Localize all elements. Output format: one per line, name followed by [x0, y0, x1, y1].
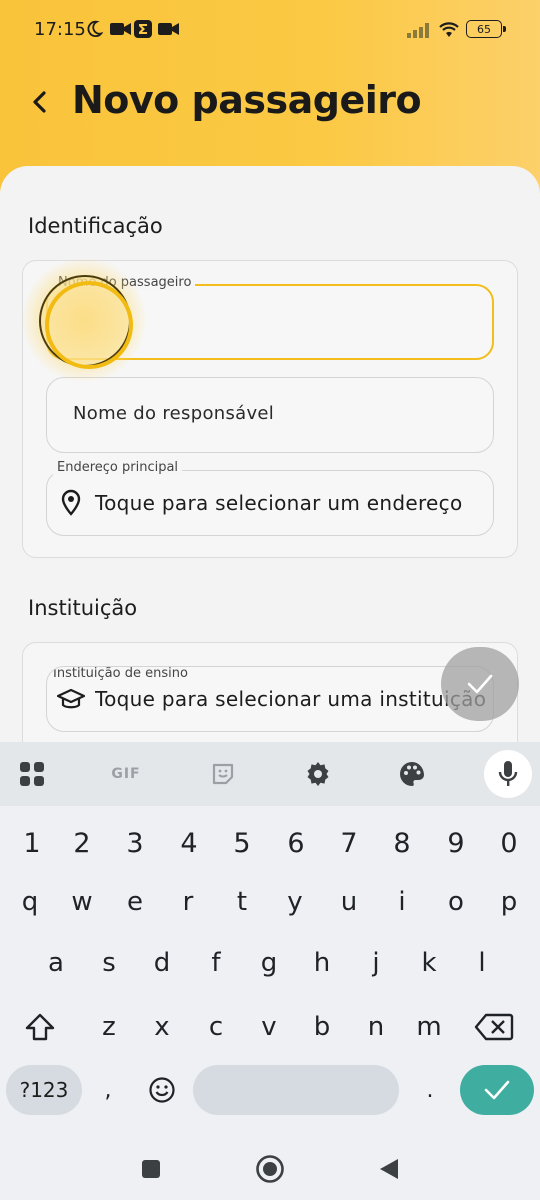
microphone-icon	[498, 761, 518, 786]
backspace-icon	[474, 1013, 514, 1041]
check-icon	[467, 674, 493, 694]
address-label: Endereço principal	[53, 460, 183, 475]
key-2[interactable]: 2	[62, 818, 102, 868]
moon-icon	[85, 19, 103, 39]
key-t[interactable]: t	[222, 877, 262, 927]
settings-gear-icon[interactable]	[298, 754, 338, 794]
key-b[interactable]: b	[302, 1002, 342, 1052]
battery-icon: 65	[466, 20, 506, 38]
key-n[interactable]: n	[356, 1002, 396, 1052]
page-title: Novo passageiro	[72, 78, 422, 122]
signal-icon	[407, 19, 433, 39]
key-7[interactable]: 7	[329, 818, 369, 868]
location-pin-icon	[57, 487, 85, 519]
key-f[interactable]: f	[196, 938, 236, 988]
emoji-key[interactable]	[140, 1065, 184, 1115]
period-key[interactable]: .	[410, 1065, 450, 1115]
guardian-name-placeholder: Nome do responsável	[73, 403, 275, 424]
graduation-cap-icon	[57, 683, 85, 715]
key-s[interactable]: s	[89, 938, 129, 988]
key-i[interactable]: i	[382, 877, 422, 927]
section-title-identificacao: Identificação	[28, 214, 163, 238]
key-c[interactable]: c	[196, 1002, 236, 1052]
school-label: Instituição de ensino	[53, 666, 188, 681]
key-g[interactable]: g	[249, 938, 289, 988]
key-h[interactable]: h	[302, 938, 342, 988]
key-v[interactable]: v	[249, 1002, 289, 1052]
keyboard-toolbar: GIF	[0, 742, 540, 806]
address-field[interactable]: Endereço principal Toque para selecionar…	[46, 460, 494, 536]
save-fab[interactable]	[441, 647, 519, 721]
enter-key[interactable]	[460, 1065, 534, 1115]
symbols-key[interactable]: ?123	[6, 1065, 82, 1115]
key-r[interactable]: r	[168, 877, 208, 927]
key-e[interactable]: e	[115, 877, 155, 927]
key-u[interactable]: u	[329, 877, 369, 927]
space-key[interactable]	[193, 1065, 399, 1115]
address-value: Toque para selecionar um endereço	[95, 491, 463, 515]
key-p[interactable]: p	[489, 877, 529, 927]
guardian-name-field[interactable]: Nome do responsável	[46, 377, 494, 453]
symbols-key-label: ?123	[19, 1078, 69, 1102]
chevron-left-icon	[33, 91, 46, 113]
gif-icon[interactable]: GIF	[106, 754, 146, 794]
section-title-instituicao: Instituição	[28, 596, 138, 620]
key-j[interactable]: j	[356, 938, 396, 988]
key-w[interactable]: w	[62, 877, 102, 927]
shift-icon	[25, 1013, 55, 1041]
gif-label: GIF	[111, 766, 141, 782]
apps-grid-icon[interactable]	[12, 754, 52, 794]
key-m[interactable]: m	[409, 1002, 449, 1052]
school-field[interactable]: Instituição de ensino Toque para selecio…	[46, 666, 494, 732]
key-1[interactable]: 1	[12, 818, 52, 868]
shift-key[interactable]	[20, 1002, 60, 1052]
soft-keyboard: GIF 1 2 3 4 5 6 7 8 9 0 q w e r t y u i …	[0, 742, 540, 1138]
key-6[interactable]: 6	[276, 818, 316, 868]
system-nav-bar	[0, 1138, 540, 1200]
key-o[interactable]: o	[436, 877, 476, 927]
back-button[interactable]	[24, 84, 56, 120]
circle-home-icon[interactable]	[253, 1152, 287, 1186]
status-bar: 17:15 65	[0, 0, 540, 58]
palette-icon[interactable]	[392, 754, 432, 794]
key-y[interactable]: y	[275, 877, 315, 927]
check-icon	[484, 1080, 510, 1100]
key-d[interactable]: d	[142, 938, 182, 988]
key-l[interactable]: l	[462, 938, 502, 988]
status-time: 17:15	[34, 19, 86, 40]
video-camera-icon	[110, 19, 132, 39]
square-recents-icon[interactable]	[134, 1152, 168, 1186]
backspace-key[interactable]	[474, 1002, 514, 1052]
emoji-icon	[149, 1077, 175, 1103]
key-9[interactable]: 9	[436, 818, 476, 868]
key-8[interactable]: 8	[382, 818, 422, 868]
key-3[interactable]: 3	[115, 818, 155, 868]
key-q[interactable]: q	[10, 877, 50, 927]
key-0[interactable]: 0	[489, 818, 529, 868]
comma-key[interactable]: ,	[88, 1065, 128, 1115]
triangle-back-icon[interactable]	[372, 1152, 406, 1186]
key-5[interactable]: 5	[222, 818, 262, 868]
video-camera-icon	[158, 19, 180, 39]
microphone-button[interactable]	[484, 750, 532, 798]
sigma-app-icon	[134, 19, 152, 39]
touch-indicator	[39, 275, 133, 369]
key-4[interactable]: 4	[169, 818, 209, 868]
key-a[interactable]: a	[36, 938, 76, 988]
key-z[interactable]: z	[89, 1002, 129, 1052]
wifi-icon	[437, 19, 461, 39]
school-value: Toque para selecionar uma instituição	[95, 687, 487, 711]
sticker-icon[interactable]	[203, 754, 243, 794]
key-x[interactable]: x	[142, 1002, 182, 1052]
key-k[interactable]: k	[409, 938, 449, 988]
